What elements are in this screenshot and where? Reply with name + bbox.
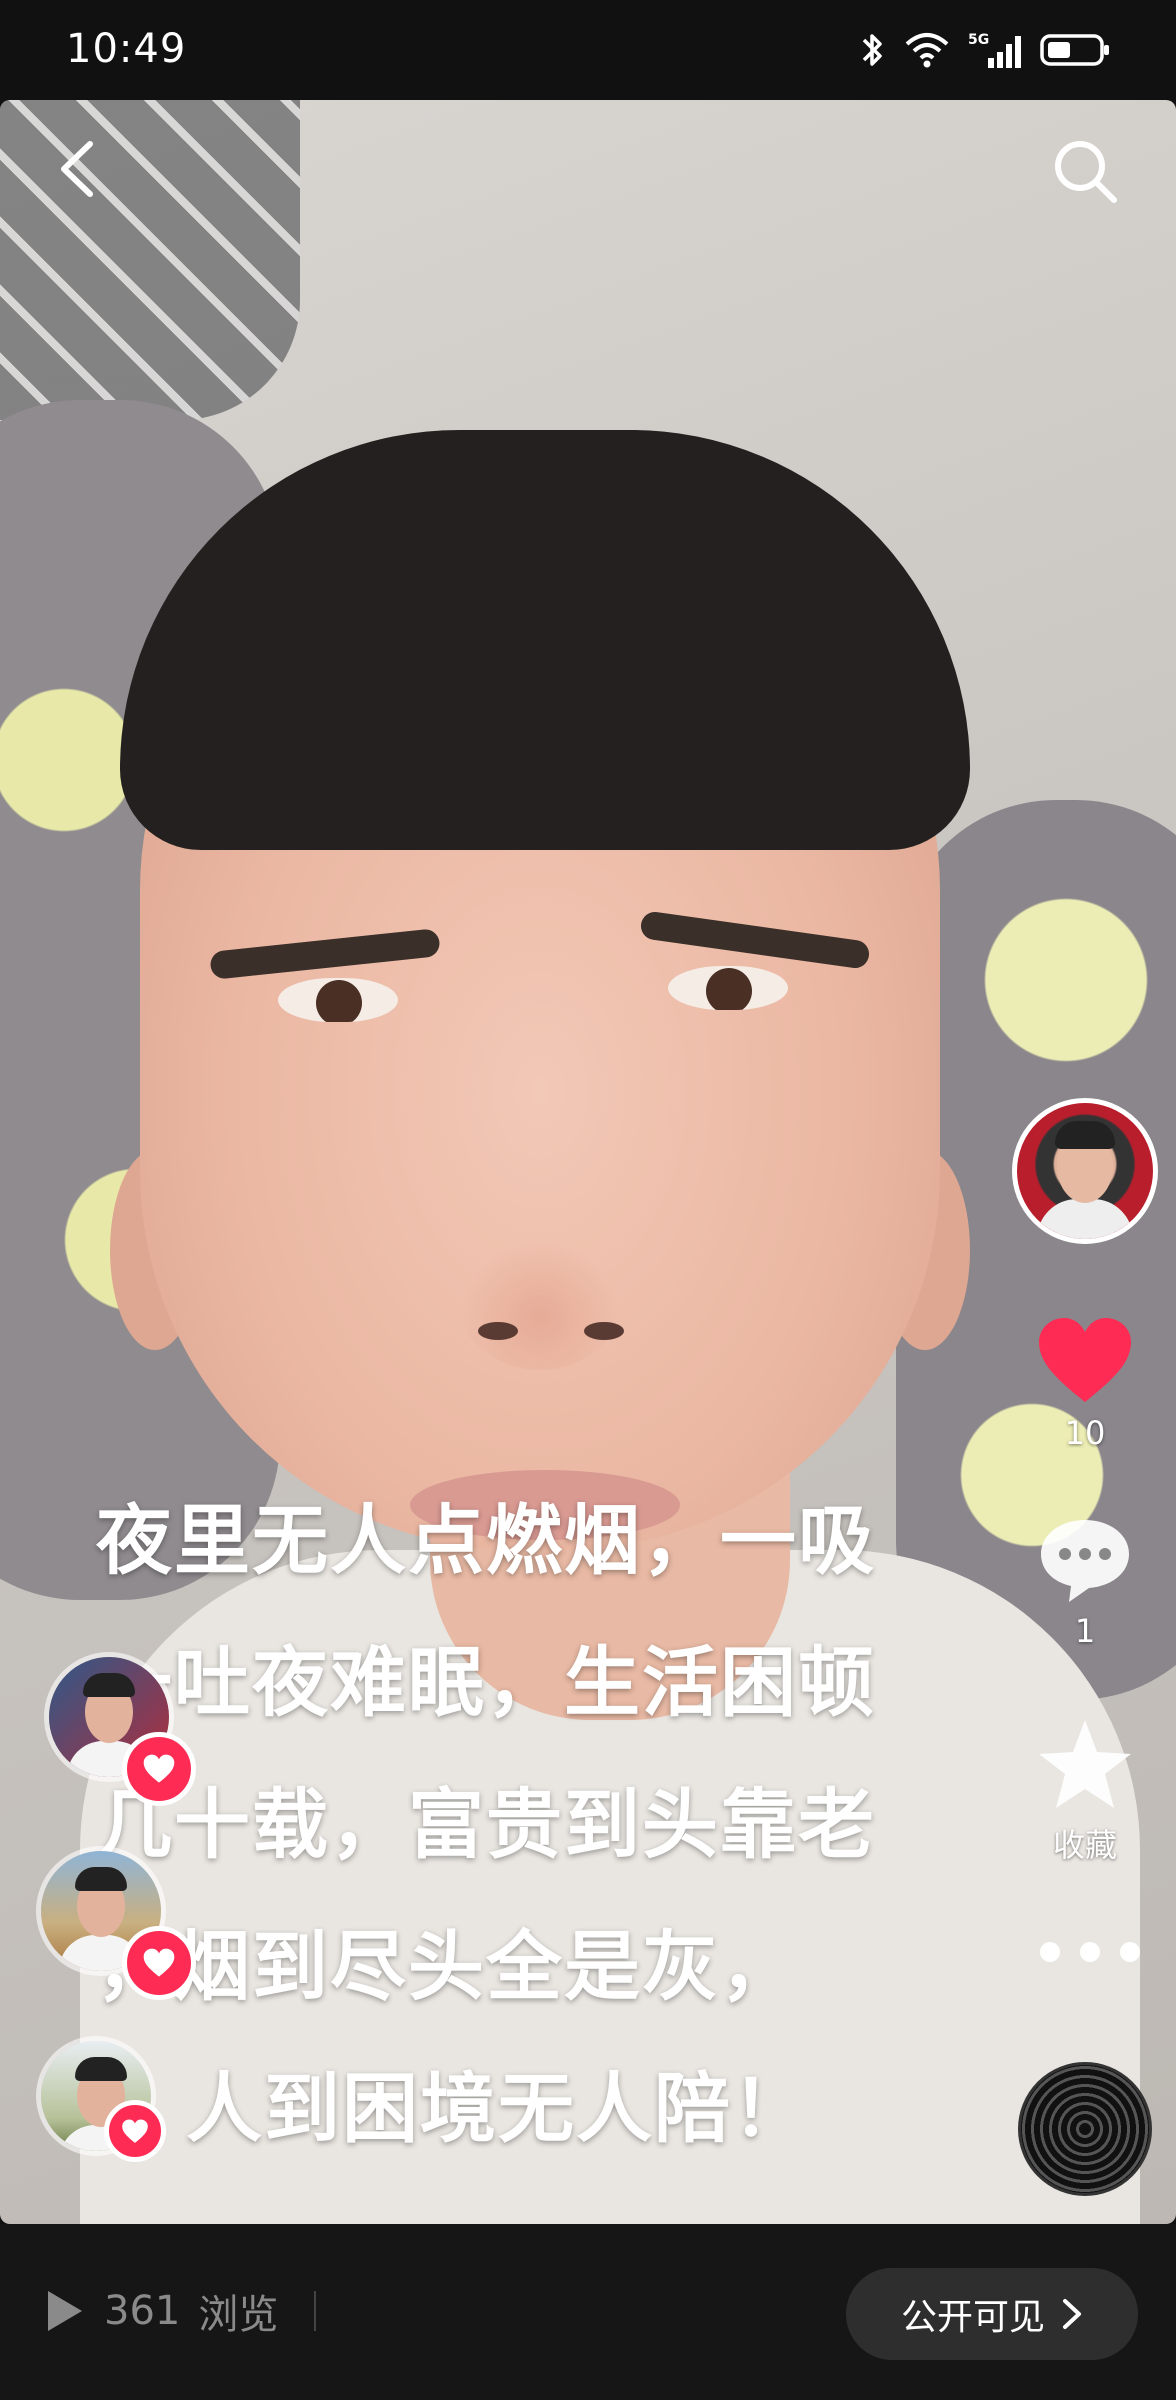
heart-icon: [1039, 1318, 1131, 1402]
nostril-right: [584, 1322, 624, 1340]
comment-button[interactable]: 1: [1030, 1514, 1140, 1650]
views-info: 361 浏览: [44, 2282, 317, 2340]
back-icon[interactable]: [46, 134, 106, 204]
dot: [1040, 1942, 1060, 1962]
eye-left: [278, 978, 398, 1022]
views-label: 浏览: [198, 2292, 279, 2338]
caption-line: 夜里无人点燃烟，一吸: [96, 1496, 876, 1585]
star-icon: [1039, 1720, 1131, 1808]
dot: [1120, 1942, 1140, 1962]
search-icon[interactable]: [1050, 136, 1120, 206]
network-label: 5G: [968, 32, 989, 48]
chevron-right-icon: [1063, 2299, 1081, 2329]
status-bar: 10:49 5G: [0, 0, 1176, 100]
wifi-icon: [905, 33, 949, 68]
caption-line: 一吐夜难眠，生活困顿: [96, 1638, 876, 1727]
liker-hair: [83, 1673, 135, 1697]
visibility-button[interactable]: 公开可见: [846, 2268, 1138, 2360]
caption-line: 人到困境无人陪！: [186, 2064, 810, 2153]
video-caption: 夜里无人点燃烟，一吸 一吐夜难眠，生活困顿 几十载，富贵到头靠老 ，烟到尽头全是…: [96, 1470, 976, 2180]
liker-heart-icon: [104, 2100, 166, 2162]
favorite-label: 收藏: [1052, 1826, 1117, 1864]
more-options-icon[interactable]: [1040, 1942, 1140, 1972]
bluetooth-icon: [862, 34, 882, 66]
views-count: 361: [104, 2288, 181, 2334]
play-icon: [48, 2291, 82, 2331]
favorite-button[interactable]: 收藏: [1030, 1716, 1140, 1866]
avatar-hair: [1055, 1121, 1115, 1149]
status-time: 10:49: [66, 26, 187, 72]
nostril-left: [478, 1322, 518, 1340]
liker-heart-icon: [122, 1732, 196, 1806]
signal-icon: 5G: [968, 32, 1021, 68]
like-count: 10: [1064, 1414, 1106, 1452]
caption-line: ，烟到尽头全是灰，: [96, 1922, 798, 2011]
background-blanket: [0, 100, 300, 420]
visibility-label: 公开可见: [900, 2297, 1045, 2338]
status-icons: 5G: [860, 30, 1110, 70]
music-disc-icon[interactable]: [1018, 2062, 1152, 2196]
dot: [1080, 1942, 1100, 1962]
comment-icon: [1041, 1520, 1129, 1602]
divider: [314, 2291, 317, 2331]
liker-hair: [75, 1867, 127, 1891]
battery-icon: [1040, 34, 1109, 66]
eye-right: [668, 966, 788, 1010]
author-avatar[interactable]: [1012, 1098, 1158, 1244]
liker-hair: [75, 2057, 127, 2081]
liker-heart-icon: [122, 1926, 196, 2000]
avatar-shirt: [1037, 1199, 1133, 1239]
like-button[interactable]: 10: [1030, 1316, 1140, 1452]
person-nose: [460, 1240, 620, 1370]
caption-line: 几十载，富贵到头靠老: [96, 1780, 876, 1869]
comment-count: 1: [1074, 1612, 1096, 1650]
